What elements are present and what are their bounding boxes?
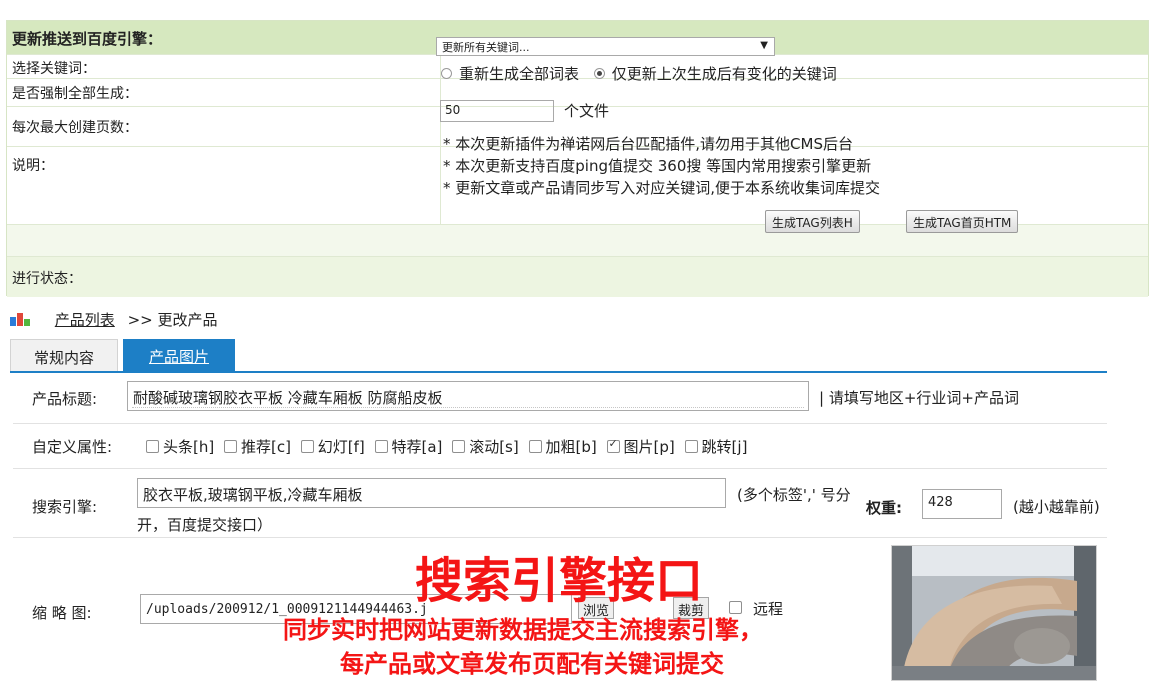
max-pages-input[interactable]: 50: [440, 100, 554, 122]
form-row-attributes: 自定义属性: 头条[h] 推荐[c] 幻灯[f] 特荐[a] 滚动[s] 加粗[…: [13, 424, 1107, 469]
generate-tag-list-button[interactable]: 生成TAG列表H: [765, 210, 860, 233]
search-keywords-input[interactable]: 胶衣平板,玻璃钢平板,冷藏车厢板: [137, 478, 726, 508]
search-hint-continued: 开，百度提交接口）: [137, 516, 273, 534]
attr-image[interactable]: 图片[p]: [606, 437, 675, 456]
tab-general-content[interactable]: 常规内容: [10, 339, 118, 372]
title-input[interactable]: 耐酸碱玻璃钢胶衣平板 冷藏车厢板 防腐船皮板: [127, 381, 809, 411]
keyword-select[interactable]: 更新所有关键词... ▼: [436, 37, 775, 56]
breadcrumb: 产品列表 >> 更改产品: [10, 309, 218, 330]
dropdown-arrow-icon: ▼: [760, 40, 768, 51]
checkbox[interactable]: [528, 440, 542, 453]
thumbnail-label: 缩 略 图:: [32, 604, 92, 622]
promo-headline: 搜索引擎接口: [415, 553, 704, 609]
attr-scroll[interactable]: 滚动[s]: [452, 438, 519, 456]
weight-input[interactable]: 428: [922, 489, 1002, 519]
weight-hint: (越小越靠前): [1013, 498, 1100, 516]
attr-special[interactable]: 特荐[a]: [374, 438, 442, 456]
notes-label: 说明：: [12, 158, 54, 174]
checkbox[interactable]: [300, 440, 314, 453]
form-row-search-engine: 搜索引擎: 胶衣平板,玻璃钢平板,冷藏车厢板 (多个标签',' 号分 权重: 4…: [13, 469, 1107, 538]
search-engine-label: 搜索引擎:: [32, 498, 98, 516]
promo-line-2: 每产品或文章发布页配有关键词提交: [340, 650, 724, 678]
radio-update-changed-label: 仅更新上次生成后有变化的关键词: [611, 65, 837, 83]
tab-product-images-label: 产品图片: [148, 348, 209, 366]
max-pages-label: 每次最大创建页数：: [12, 120, 138, 136]
thumbnail-photo: [892, 546, 1096, 680]
search-hint: (多个标签',' 号分: [737, 486, 851, 504]
radio-regenerate-all-label: 重新生成全部词表: [459, 65, 580, 83]
checkbox[interactable]: [684, 440, 698, 453]
notes-list: * 本次更新插件为禅诺网后台匹配插件,请勿用于其他CMS后台 * 本次更新支持百…: [443, 133, 880, 199]
form-row-title: 产品标题: 耐酸碱玻璃钢胶衣平板 冷藏车厢板 防腐船皮板 | 请填写地区+行业词…: [13, 373, 1107, 424]
generate-tag-home-button[interactable]: 生成TAG首页HTM: [906, 210, 1019, 233]
radio-regenerate-all[interactable]: [441, 68, 452, 79]
force-radio-group: 重新生成全部词表 仅更新上次生成后有变化的关键词: [441, 63, 837, 84]
attr-bold[interactable]: 加粗[b]: [528, 438, 597, 456]
status-label: 进行状态：: [12, 271, 82, 287]
attr-recommend[interactable]: 推荐[c]: [224, 438, 291, 456]
keyword-label: 选择关键词：: [12, 61, 96, 77]
checkbox[interactable]: [452, 440, 466, 453]
breadcrumb-current: 更改产品: [157, 311, 218, 329]
max-pages-unit: 个文件: [564, 102, 610, 120]
checkbox[interactable]: [146, 440, 159, 453]
force-label: 是否强制全部生成：: [12, 86, 138, 102]
radio-update-changed[interactable]: [593, 68, 605, 79]
product-thumbnail-image: [891, 545, 1097, 681]
keyword-select-value: 更新所有关键词...: [442, 41, 530, 54]
title-hint: | 请填写地区+行业词+产品词: [819, 389, 1019, 407]
note-line: * 更新文章或产品请同步写入对应关键词,便于本系统收集词库提交: [443, 179, 881, 197]
weight-label: 权重:: [866, 499, 902, 517]
attr-slideshow[interactable]: 幻灯[f]: [300, 438, 365, 456]
push-panel-title: 更新推送到百度引擎：: [12, 30, 163, 48]
checkbox[interactable]: [374, 440, 388, 453]
checkbox[interactable]: [224, 440, 237, 453]
breadcrumb-separator: >>: [127, 311, 153, 329]
attributes-list: 头条[h] 推荐[c] 幻灯[f] 特荐[a] 滚动[s] 加粗[b] 图片[p…: [146, 436, 752, 457]
status-row: 进行状态：: [7, 257, 1148, 297]
attributes-label: 自定义属性:: [32, 438, 113, 456]
promo-line-1: 同步实时把网站更新数据提交主流搜索引擎，: [283, 616, 763, 644]
title-label: 产品标题:: [32, 390, 98, 408]
note-line: * 本次更新支持百度ping值提交 360搜 等国内常用搜索引擎更新: [443, 157, 872, 175]
checkbox-checked[interactable]: [606, 437, 620, 453]
breadcrumb-product-list-link[interactable]: 产品列表: [55, 311, 115, 329]
bar-chart-icon: [10, 312, 36, 326]
attr-headline[interactable]: 头条[h]: [146, 438, 214, 456]
note-line: * 本次更新插件为禅诺网后台匹配插件,请勿用于其他CMS后台: [443, 135, 853, 153]
attr-redirect[interactable]: 跳转[j]: [684, 438, 747, 456]
tab-product-images[interactable]: 产品图片: [123, 339, 235, 372]
